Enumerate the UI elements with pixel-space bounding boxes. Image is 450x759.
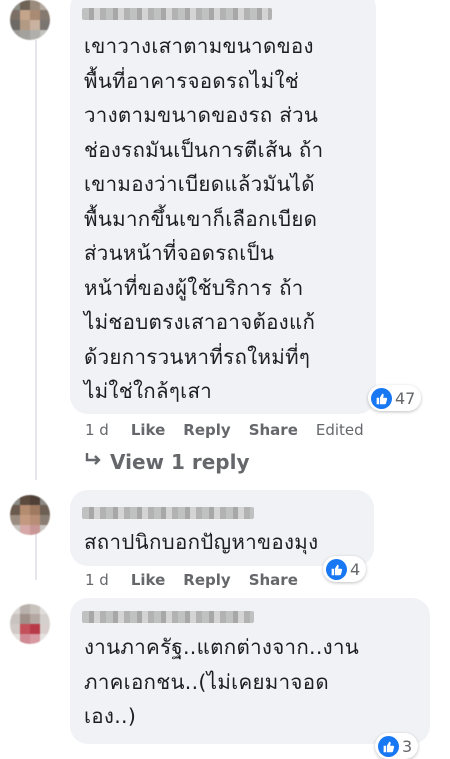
timestamp[interactable]: 1 d [85, 421, 109, 439]
edited-label: Edited [315, 421, 364, 439]
commenter-name[interactable] [82, 611, 254, 623]
reaction-count[interactable]: 4 [323, 556, 367, 582]
comment-text: สถาปนิกบอกปัญหาของมุง [84, 530, 319, 554]
commenter-name[interactable] [82, 8, 272, 20]
view-replies-button[interactable]: View 1 reply [84, 450, 250, 474]
like-icon [326, 558, 347, 580]
avatar[interactable] [10, 604, 50, 644]
comment-text: งานภาครัฐ..แตกต่างจาก..งาน ภาคเอกชน..(ไม… [84, 635, 360, 728]
reply-button[interactable]: Reply [183, 421, 230, 439]
avatar[interactable] [10, 0, 50, 40]
share-button[interactable]: Share [249, 421, 298, 439]
reply-button[interactable]: Reply [183, 571, 230, 589]
like-icon [378, 735, 399, 757]
share-button[interactable]: Share [249, 571, 298, 589]
reaction-count[interactable]: 47 [368, 385, 422, 411]
timestamp[interactable]: 1 d [85, 571, 109, 589]
thread-line [35, 40, 37, 480]
commenter-name[interactable] [82, 507, 254, 519]
avatar[interactable] [10, 495, 50, 535]
comment-actions: 1 d Like Reply Share Edited [85, 421, 364, 439]
comment-actions: 1 d Like Reply Share [85, 571, 316, 589]
like-button[interactable]: Like [131, 571, 165, 589]
like-button[interactable]: Like [131, 421, 165, 439]
reaction-count[interactable]: 3 [375, 733, 419, 759]
reply-arrow-icon [84, 450, 104, 474]
like-icon [371, 387, 392, 409]
comment-text: เขาวางเสาตามขนาดของ พื้นที่อาคารจอดรถไม่… [84, 34, 324, 403]
